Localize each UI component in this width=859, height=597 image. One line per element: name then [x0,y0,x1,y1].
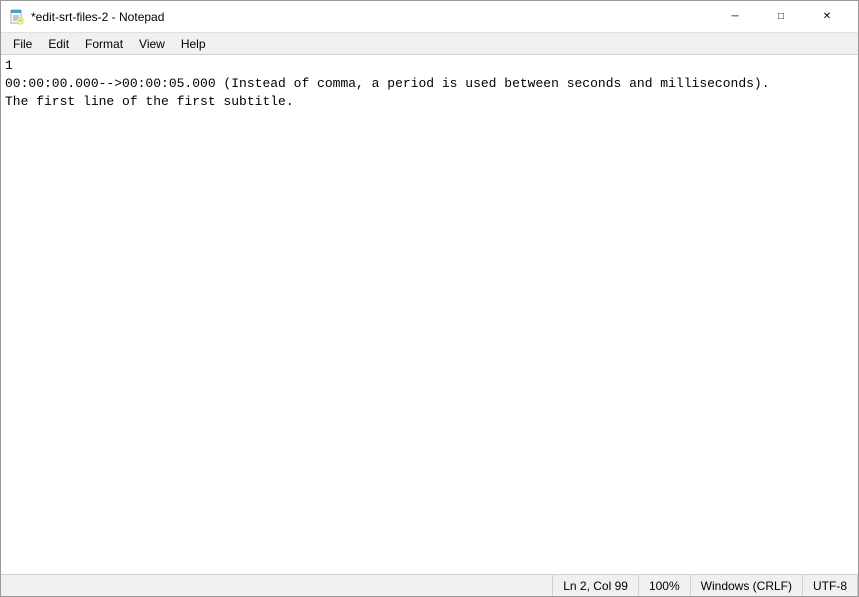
close-button[interactable]: ✕ [804,1,850,33]
menu-help[interactable]: Help [173,35,214,53]
menu-format[interactable]: Format [77,35,131,53]
status-empty [1,575,553,596]
title-bar-left: *edit-srt-files-2 - Notepad [9,9,164,25]
minimize-button[interactable]: ─ [712,1,758,33]
status-zoom: 100% [639,575,691,596]
status-bar: Ln 2, Col 99 100% Windows (CRLF) UTF-8 [1,574,858,596]
menu-view[interactable]: View [131,35,173,53]
title-bar-controls: ─ □ ✕ [712,1,850,33]
editor-textarea[interactable] [1,55,858,574]
status-line-ending: Windows (CRLF) [691,575,803,596]
window-title: *edit-srt-files-2 - Notepad [31,10,164,24]
maximize-button[interactable]: □ [758,1,804,33]
editor-area [1,55,858,574]
menu-edit[interactable]: Edit [40,35,77,53]
menu-file[interactable]: File [5,35,40,53]
title-bar: *edit-srt-files-2 - Notepad ─ □ ✕ [1,1,858,33]
status-encoding: UTF-8 [803,575,858,596]
menu-bar: File Edit Format View Help [1,33,858,55]
status-position: Ln 2, Col 99 [553,575,639,596]
notepad-icon [9,9,25,25]
notepad-window: *edit-srt-files-2 - Notepad ─ □ ✕ File E… [0,0,859,597]
